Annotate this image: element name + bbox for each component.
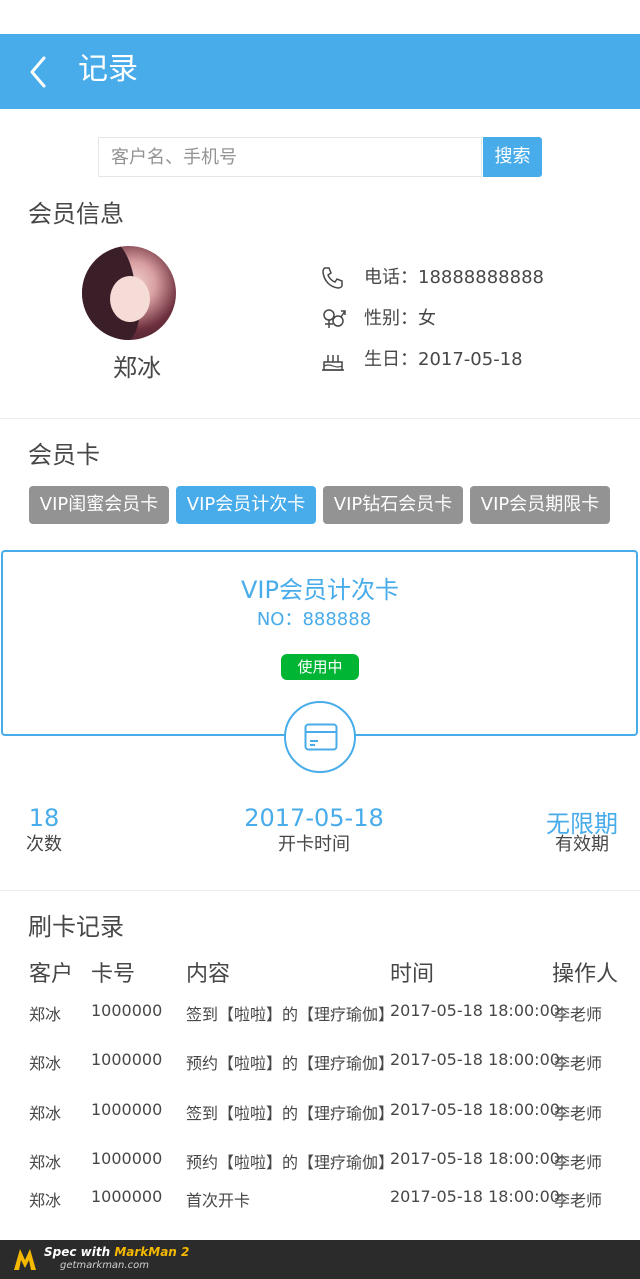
card-icon-circle bbox=[284, 701, 356, 773]
search-input[interactable] bbox=[98, 137, 482, 177]
stat-count-value: 18 bbox=[28, 804, 60, 832]
search-button[interactable]: 搜索 bbox=[483, 137, 542, 177]
cell-card-no: 1000000 bbox=[91, 1050, 163, 1069]
cell-customer: 郑冰 bbox=[29, 1104, 62, 1123]
page-title: 记录 bbox=[78, 52, 138, 87]
avatar bbox=[82, 246, 176, 340]
birthday-cake-icon bbox=[320, 347, 346, 373]
birthday-text: 生日：2017-05-18 bbox=[364, 349, 523, 370]
footer-brand-line: Spec with bbox=[44, 1245, 115, 1259]
cell-operator: 李老师 bbox=[554, 1104, 603, 1123]
cell-content: 预约【啦啦】的【理疗瑜伽】 bbox=[186, 1153, 395, 1172]
cell-customer: 郑冰 bbox=[29, 1005, 62, 1024]
column-header-content: 内容 bbox=[186, 962, 231, 987]
cell-customer: 郑冰 bbox=[29, 1054, 62, 1073]
cell-time: 2017-05-18 18:00:00 bbox=[390, 1050, 560, 1069]
cell-time: 2017-05-18 18:00:00 bbox=[390, 1149, 560, 1168]
card-tab-term[interactable]: VIP会员期限卡 bbox=[470, 486, 610, 524]
cell-content: 首次开卡 bbox=[186, 1191, 251, 1210]
divider bbox=[0, 890, 640, 891]
back-arrow-icon[interactable] bbox=[24, 52, 64, 92]
column-header-customer: 客户 bbox=[29, 962, 74, 987]
column-header-card-no: 卡号 bbox=[91, 962, 136, 987]
gender-text: 性别：女 bbox=[364, 308, 436, 329]
gender-row: 性别：女 bbox=[320, 306, 436, 332]
card-tab-count[interactable]: VIP会员计次卡 bbox=[176, 486, 316, 524]
footer-site: getmarkman.com bbox=[60, 1260, 149, 1271]
cell-customer: 郑冰 bbox=[29, 1153, 62, 1172]
phone-text: 电话：18888888888 bbox=[364, 267, 544, 288]
cell-card-no: 1000000 bbox=[91, 1100, 163, 1119]
stat-count-label: 次数 bbox=[26, 834, 62, 855]
card-name: VIP会员计次卡 bbox=[241, 576, 399, 604]
cell-time: 2017-05-18 18:00:00 bbox=[390, 1100, 560, 1119]
card-tab-diamond[interactable]: VIP钻石会员卡 bbox=[323, 486, 463, 524]
cell-operator: 李老师 bbox=[554, 1191, 603, 1210]
cell-card-no: 1000000 bbox=[91, 1001, 163, 1020]
status-badge: 使用中 bbox=[281, 654, 359, 680]
stat-validity-label: 有效期 bbox=[555, 834, 609, 855]
markman-logo-icon bbox=[12, 1246, 38, 1272]
stat-open-date-label: 开卡时间 bbox=[278, 834, 350, 855]
gender-icon bbox=[320, 306, 346, 332]
phone-icon bbox=[320, 265, 346, 291]
cell-customer: 郑冰 bbox=[29, 1191, 62, 1210]
cell-card-no: 1000000 bbox=[91, 1187, 163, 1206]
footer-bar: Spec with MarkMan 2 getmarkman.com bbox=[0, 1240, 640, 1279]
footer-brand-name: MarkMan 2 bbox=[114, 1245, 190, 1259]
cell-content: 签到【啦啦】的【理疗瑜伽】 bbox=[186, 1005, 395, 1024]
column-header-time: 时间 bbox=[390, 962, 435, 987]
stat-open-date-value: 2017-05-18 bbox=[244, 804, 384, 832]
card-tab-bestie[interactable]: VIP闺蜜会员卡 bbox=[29, 486, 169, 524]
birthday-row: 生日：2017-05-18 bbox=[320, 347, 523, 373]
cell-content: 签到【啦啦】的【理疗瑜伽】 bbox=[186, 1104, 395, 1123]
member-info-title: 会员信息 bbox=[28, 200, 124, 228]
cell-time: 2017-05-18 18:00:00 bbox=[390, 1001, 560, 1020]
footer-brand: Spec with MarkMan 2 bbox=[44, 1245, 189, 1259]
cell-operator: 李老师 bbox=[554, 1054, 603, 1073]
records-title: 刷卡记录 bbox=[28, 913, 124, 941]
cell-operator: 李老师 bbox=[554, 1153, 603, 1172]
card-number: NO：888888 bbox=[256, 609, 372, 630]
cell-card-no: 1000000 bbox=[91, 1149, 163, 1168]
divider bbox=[0, 418, 640, 419]
credit-card-icon bbox=[304, 723, 338, 751]
header-bar: 记录 bbox=[0, 34, 640, 109]
member-name: 郑冰 bbox=[113, 354, 161, 382]
phone-row: 电话：18888888888 bbox=[320, 265, 544, 291]
cell-operator: 李老师 bbox=[554, 1005, 603, 1024]
cell-time: 2017-05-18 18:00:00 bbox=[390, 1187, 560, 1206]
cell-content: 预约【啦啦】的【理疗瑜伽】 bbox=[186, 1054, 395, 1073]
member-card-title: 会员卡 bbox=[28, 441, 100, 469]
avatar-face bbox=[110, 276, 150, 322]
column-header-operator: 操作人 bbox=[552, 962, 619, 987]
